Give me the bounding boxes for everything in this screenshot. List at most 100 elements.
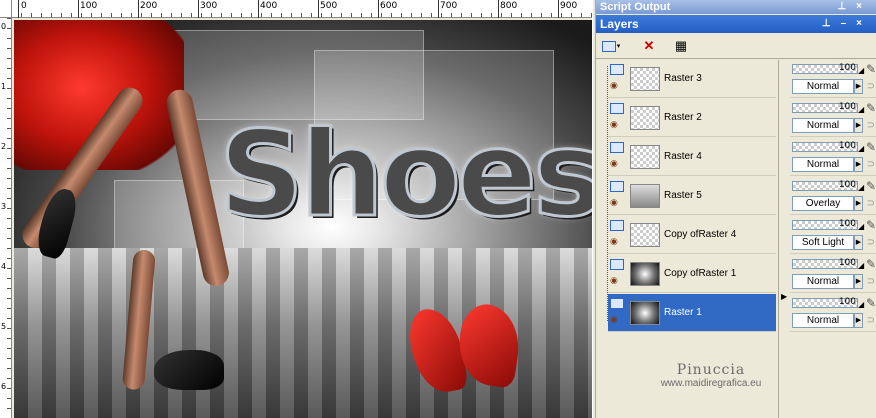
lock-icon[interactable]: ⊃ [867,120,875,131]
eye-icon[interactable]: ◉ [610,236,624,246]
opacity-handle-icon[interactable]: ◢ [858,183,864,192]
opacity-handle-icon[interactable]: ◢ [858,105,864,114]
panel-divider[interactable] [592,0,596,418]
black-shoe [154,350,224,390]
ruler-tick: 400 [260,1,278,11]
layer-row[interactable]: ◉ Copy ofRaster 1 [608,255,776,293]
layer-props: 100 ◢ Normal ▶ ✎ ⊃ [790,294,876,332]
brush-icon[interactable]: ✎ [866,62,876,76]
ruler-tick: 0 [21,1,27,11]
lock-icon[interactable]: ⊃ [867,81,875,92]
layer-properties-column: 100 ◢ Normal ▶ ✎ ⊃ 100 ◢ Normal ▶ ✎ ⊃ 10… [788,60,876,418]
layer-name: Copy ofRaster 1 [664,268,737,279]
opacity-value: 100 [838,141,856,151]
layer-name: Copy ofRaster 4 [664,229,737,240]
opacity-handle-icon[interactable]: ◢ [858,261,864,270]
lock-icon[interactable]: ⊃ [867,198,875,209]
ruler-tick: 1 [1,82,7,91]
brush-icon[interactable]: ✎ [866,140,876,154]
eye-icon[interactable]: ◉ [610,158,624,168]
layer-type-icon [610,180,624,192]
script-output-title: Script Output [600,1,671,13]
chevron-right-icon[interactable]: ▶ [854,79,863,94]
brush-icon[interactable]: ✎ [866,179,876,193]
blend-mode-select[interactable]: Normal [792,157,854,172]
minimize-icon[interactable]: – [841,18,857,29]
chevron-right-icon[interactable]: ▶ [854,274,863,289]
horizontal-ruler: 0 100 200 300 400 500 600 700 800 900 [12,0,592,18]
layer-thumbnail [630,222,660,247]
chevron-right-icon[interactable]: ▶ [854,196,863,211]
layer-type-icon [610,63,624,75]
opacity-handle-icon[interactable]: ◢ [858,300,864,309]
eye-icon[interactable]: ◉ [610,275,624,285]
close-icon[interactable]: × [856,18,872,29]
layer-row[interactable]: ◉ Copy ofRaster 4 [608,216,776,254]
ruler-tick: 600 [380,1,398,11]
ruler-tick: 2 [1,142,7,151]
layer-name: Raster 3 [664,73,702,84]
opacity-value: 100 [838,102,856,112]
layer-thumbnail [630,144,660,169]
blend-mode-select[interactable]: Soft Light [792,235,854,250]
brush-icon[interactable]: ✎ [866,101,876,115]
layer-thumbnail [630,261,660,286]
layer-props: 100 ◢ Normal ▶ ✎ ⊃ [790,99,876,137]
chevron-right-icon[interactable]: ▶ [781,292,787,301]
close-icon[interactable]: × [856,1,872,12]
layers-title: Layers [600,17,639,31]
blend-mode-select[interactable]: Overlay [792,196,854,211]
ruler-tick: 100 [80,1,98,11]
chevron-right-icon[interactable]: ▶ [854,118,863,133]
blend-mode-select[interactable]: Normal [792,274,854,289]
layer-properties-button[interactable]: ▦ [670,36,692,56]
layer-type-icon [610,219,624,231]
chevron-right-icon[interactable]: ▶ [854,313,863,328]
lock-icon[interactable]: ⊃ [867,237,875,248]
chevron-right-icon[interactable]: ▶ [854,235,863,250]
layer-name: Raster 2 [664,112,702,123]
brush-icon[interactable]: ✎ [866,257,876,271]
eye-icon[interactable]: ◉ [610,197,624,207]
blend-mode-select[interactable]: Normal [792,313,854,328]
delete-layer-icon: ✕ [643,38,655,53]
layer-row[interactable]: ◉ Raster 5 [608,177,776,215]
new-layer-button[interactable]: ▾ [600,36,622,56]
layer-row[interactable]: ◉ Raster 3 [608,60,776,98]
opacity-value: 100 [838,297,856,307]
lock-icon[interactable]: ⊃ [867,276,875,287]
lock-icon[interactable]: ⊃ [867,159,875,170]
layer-type-icon [610,102,624,114]
layer-name: Raster 1 [664,307,702,318]
layer-row[interactable]: ◉ Raster 4 [608,138,776,176]
eye-icon[interactable]: ◉ [610,119,624,129]
layer-type-icon [610,141,624,153]
layers-titlebar[interactable]: Layers ⊥–× [596,15,876,33]
ruler-tick: 4 [1,262,7,271]
pin-icon[interactable]: ⊥ [837,1,856,12]
blend-mode-select[interactable]: Normal [792,79,854,94]
watermark: Pinuccia www.maidiregrafica.eu [636,362,786,389]
eye-icon[interactable]: ◉ [610,314,624,324]
pin-icon[interactable]: ⊥ [822,18,841,29]
opacity-handle-icon[interactable]: ◢ [858,222,864,231]
ruler-tick: 700 [440,1,458,11]
blend-mode-select[interactable]: Normal [792,118,854,133]
brush-icon[interactable]: ✎ [866,296,876,310]
layer-row[interactable]: ◉ Raster 2 [608,99,776,137]
opacity-handle-icon[interactable]: ◢ [858,66,864,75]
opacity-handle-icon[interactable]: ◢ [858,144,864,153]
eye-icon[interactable]: ◉ [610,80,624,90]
watermark-url: www.maidiregrafica.eu [660,378,762,389]
layer-props: 100 ◢ Overlay ▶ ✎ ⊃ [790,177,876,215]
lock-icon[interactable]: ⊃ [867,315,875,326]
image-canvas[interactable]: Shoes [14,20,592,418]
ruler-tick: 300 [200,1,218,11]
ruler-tick: 800 [500,1,518,11]
script-output-titlebar[interactable]: Script Output ⊥× [596,0,876,14]
brush-icon[interactable]: ✎ [866,218,876,232]
delete-layer-button[interactable]: ✕ [638,36,660,56]
chevron-right-icon[interactable]: ▶ [854,157,863,172]
layer-props: 100 ◢ Normal ▶ ✎ ⊃ [790,60,876,98]
layer-row-selected[interactable]: ◉ Raster 1 [608,294,776,332]
